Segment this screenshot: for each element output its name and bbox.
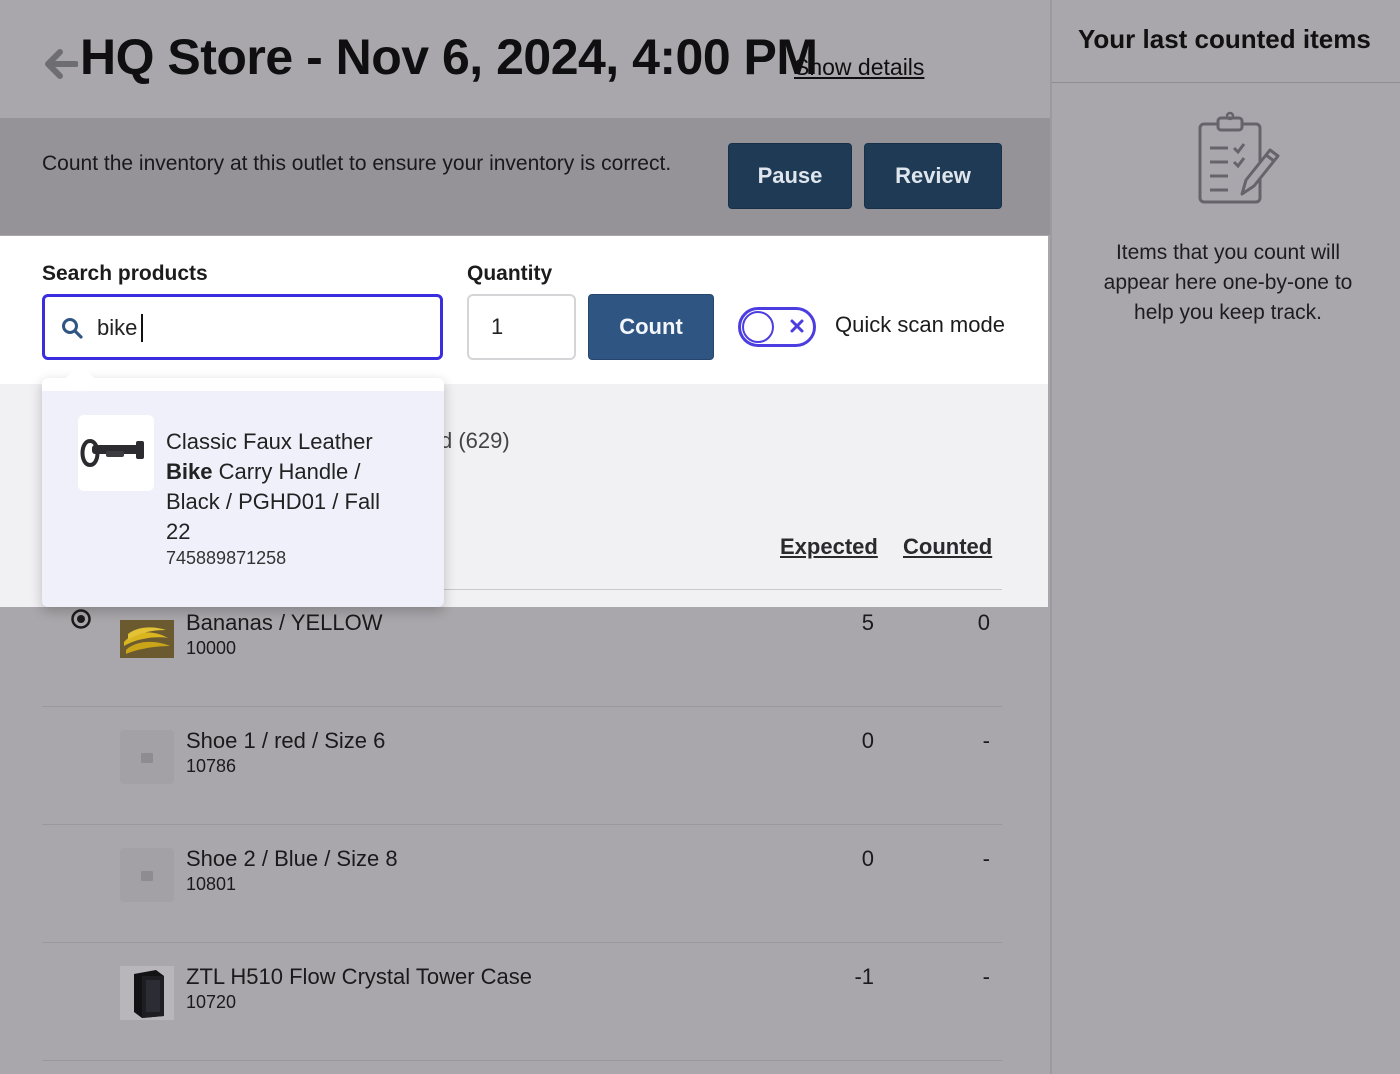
row-expected: 0 bbox=[861, 728, 874, 753]
text-caret bbox=[141, 314, 143, 342]
close-icon bbox=[790, 319, 804, 333]
row-sku: 10786 bbox=[186, 756, 237, 776]
show-details-link[interactable]: Show details bbox=[794, 54, 924, 81]
search-result-sku: 745889871258 bbox=[166, 548, 287, 568]
sidebar-empty-message: Items that you count will appear here on… bbox=[1103, 241, 1353, 324]
row-expected: 5 bbox=[861, 610, 874, 635]
bike-handle-image bbox=[78, 415, 154, 491]
row-counted: - bbox=[982, 846, 990, 871]
table-row[interactable]: Shoe 1 / red / Size 6 10786 0 - bbox=[42, 708, 1002, 825]
row-sku: 10801 bbox=[186, 874, 237, 894]
search-label: Search products bbox=[42, 262, 208, 285]
expected-column-header[interactable]: Expected bbox=[780, 534, 878, 560]
row-product-name: Bananas / YELLOW bbox=[186, 610, 383, 635]
row-product-name: Shoe 2 / Blue / Size 8 bbox=[186, 846, 398, 871]
row-counted: - bbox=[982, 964, 990, 989]
placeholder-image bbox=[120, 730, 174, 784]
quantity-label: Quantity bbox=[467, 262, 553, 285]
row-sku: 10000 bbox=[186, 638, 237, 658]
tower-case-image bbox=[120, 966, 174, 1020]
placeholder-image bbox=[120, 848, 174, 902]
sidebar-title: Your last counted items bbox=[1078, 24, 1371, 54]
selected-radio-icon[interactable] bbox=[70, 608, 92, 630]
counted-items-sidebar: Your last counted items Items that you c… bbox=[1050, 0, 1400, 1074]
count-button[interactable]: Count bbox=[588, 294, 714, 360]
quick-scan-label: Quick scan mode bbox=[835, 312, 1005, 337]
row-product-name: Shoe 1 / red / Size 6 bbox=[186, 728, 386, 753]
review-button[interactable]: Review bbox=[864, 143, 1002, 209]
toggle-knob bbox=[742, 311, 774, 343]
table-row[interactable]: Bananas / YELLOW 10000 5 0 bbox=[42, 590, 1002, 707]
main-content: HQ Store - Nov 6, 2024, 4:00 PM Show det… bbox=[0, 0, 1050, 1074]
table-row[interactable]: ZTL H510 Flow Crystal Tower Case 10720 -… bbox=[42, 944, 1002, 1061]
quantity-input[interactable] bbox=[491, 311, 561, 343]
back-arrow-icon[interactable] bbox=[42, 44, 78, 84]
quantity-field[interactable] bbox=[467, 294, 576, 360]
search-result-name: Classic Faux Leather Bike Carry Handle /… bbox=[166, 429, 380, 544]
search-result-item[interactable]: Classic Faux Leather Bike Carry Handle /… bbox=[42, 391, 444, 607]
search-field[interactable] bbox=[42, 294, 443, 360]
sidebar-header: Your last counted items bbox=[1052, 0, 1400, 83]
dropdown-top bbox=[42, 378, 444, 391]
search-icon bbox=[62, 318, 83, 339]
search-results-dropdown: Classic Faux Leather Bike Carry Handle /… bbox=[42, 363, 444, 607]
info-banner: Count the inventory at this outlet to en… bbox=[0, 118, 1050, 235]
page-header: HQ Store - Nov 6, 2024, 4:00 PM Show det… bbox=[0, 0, 1050, 118]
row-expected: -1 bbox=[854, 964, 874, 989]
counted-column-header[interactable]: Counted bbox=[903, 534, 992, 560]
bananas-image bbox=[120, 612, 174, 666]
row-counted: - bbox=[982, 728, 990, 753]
row-counted: 0 bbox=[977, 610, 990, 635]
quick-scan-toggle[interactable] bbox=[738, 307, 816, 347]
row-expected: 0 bbox=[861, 846, 874, 871]
row-product-name: ZTL H510 Flow Crystal Tower Case bbox=[186, 964, 532, 989]
tab-label-partial[interactable]: d (629) bbox=[440, 428, 510, 454]
page-title: HQ Store - Nov 6, 2024, 4:00 PM bbox=[80, 29, 818, 85]
row-sku: 10720 bbox=[186, 992, 237, 1012]
pause-button[interactable]: Pause bbox=[728, 143, 852, 209]
banner-text: Count the inventory at this outlet to en… bbox=[42, 152, 672, 175]
clipboard-icon bbox=[1198, 111, 1280, 204]
table-row[interactable]: Shoe 2 / Blue / Size 8 10801 0 - bbox=[42, 826, 1002, 943]
search-input[interactable] bbox=[97, 311, 427, 345]
